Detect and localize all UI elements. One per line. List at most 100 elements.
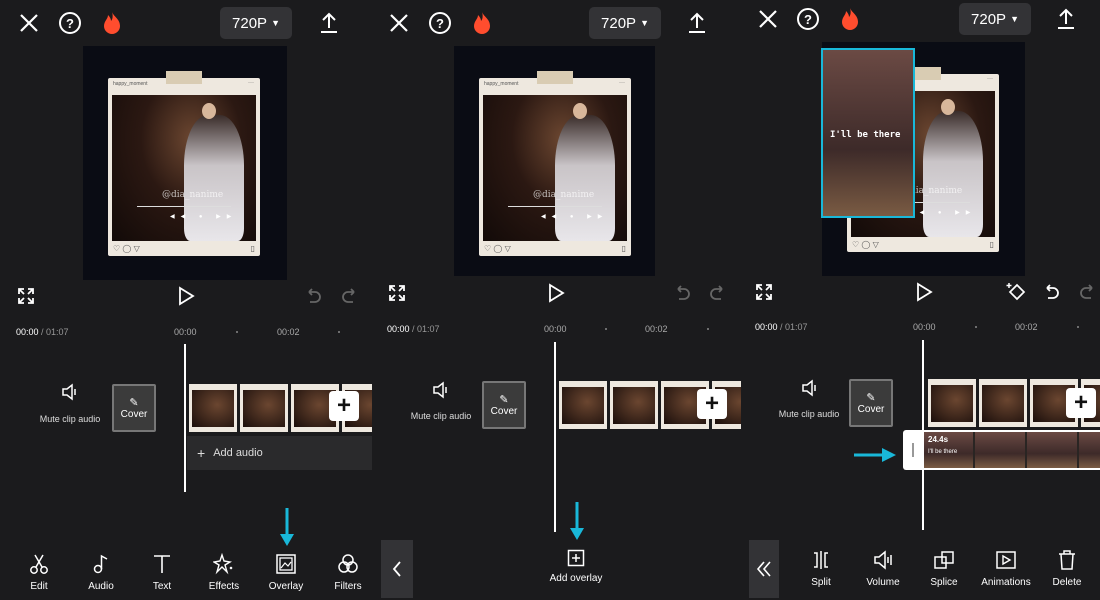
svg-text:?: ?	[436, 16, 444, 31]
overlay-clip-track[interactable]: 24.4s I'll be there	[923, 430, 1100, 470]
frame-footer-icons: ♡ ◯ ▽	[852, 240, 879, 249]
add-audio-button[interactable]: + Add audio	[187, 436, 372, 470]
overlay-toolbar: Split Volume Splice Animations Delete	[741, 533, 1100, 600]
cover-button[interactable]: ✎ Cover	[482, 381, 526, 429]
frame-menu-icon: ···	[248, 80, 254, 86]
frame-footer-icons: ♡ ◯ ▽	[484, 244, 511, 253]
speaker-icon[interactable]	[432, 381, 450, 399]
progress-bar	[508, 206, 602, 207]
redo-icon[interactable]	[1079, 283, 1097, 301]
redo-icon[interactable]	[709, 284, 727, 302]
export-icon[interactable]	[684, 10, 710, 36]
caret-down-icon: ▼	[1010, 14, 1019, 24]
tool-text[interactable]: Text	[134, 553, 190, 592]
clip-thumbnail	[189, 384, 237, 432]
video-preview[interactable]: happy_moment ··· @dia_nanime ◀◀ ● ▶▶ ♡ ◯…	[454, 46, 655, 276]
fullscreen-icon[interactable]	[755, 283, 773, 301]
arrow-down-icon	[570, 502, 584, 540]
playhead[interactable]	[554, 342, 556, 532]
splice-icon	[934, 551, 954, 569]
redo-icon[interactable]	[341, 287, 359, 305]
tick-dot	[236, 331, 238, 333]
sparkle-icon	[213, 553, 233, 575]
flame-icon[interactable]	[837, 6, 863, 32]
filters-icon	[338, 554, 358, 573]
player-controls: ◀◀ ● ▶▶	[909, 210, 977, 216]
cover-button[interactable]: ✎ Cover	[112, 384, 156, 432]
arrow-right-icon	[854, 448, 896, 462]
playhead[interactable]	[922, 340, 924, 530]
add-clip-button[interactable]: +	[329, 391, 359, 421]
tape-decoration	[166, 71, 202, 84]
plus-icon: +	[197, 445, 206, 461]
play-icon[interactable]	[177, 286, 195, 306]
head-shape	[202, 103, 216, 119]
help-icon[interactable]: ?	[795, 6, 821, 32]
close-icon[interactable]	[16, 10, 42, 36]
overlay-thumbnail	[1079, 432, 1100, 468]
resolution-button[interactable]: 720P ▼	[959, 3, 1031, 35]
timecode: 00:00 / 01:07	[755, 322, 808, 332]
speaker-icon[interactable]	[801, 379, 819, 397]
play-icon[interactable]	[915, 282, 933, 302]
cover-button[interactable]: ✎ Cover	[849, 379, 893, 427]
pencil-icon: ✎	[499, 394, 509, 406]
tool-volume[interactable]: Volume	[855, 549, 911, 588]
play-icon[interactable]	[547, 283, 565, 303]
tool-delete[interactable]: Delete	[1039, 549, 1095, 588]
overlay-trim-handle[interactable]	[903, 430, 923, 470]
export-icon[interactable]	[1053, 6, 1079, 32]
tool-edit[interactable]: Edit	[11, 553, 67, 592]
fullscreen-icon[interactable]	[388, 284, 406, 302]
tool-filters[interactable]: Filters	[320, 553, 372, 592]
export-icon[interactable]	[316, 10, 342, 36]
keyframe-icon[interactable]	[1005, 281, 1027, 303]
grip-icon	[912, 443, 914, 457]
undo-icon[interactable]	[304, 287, 322, 305]
tool-animations[interactable]: Animations	[978, 549, 1034, 588]
main-toolbar: Edit Audio Text Effects Overlay Filters	[0, 533, 372, 600]
resolution-button[interactable]: 720P ▼	[220, 7, 292, 39]
close-icon[interactable]	[755, 6, 781, 32]
time-tick: 00:00	[544, 324, 567, 334]
mute-clip-audio-label[interactable]: Mute clip audio	[401, 411, 481, 421]
tool-overlay[interactable]: Overlay	[258, 553, 314, 592]
overlay-icon	[276, 554, 296, 574]
timecode: 00:00 / 01:07	[16, 327, 69, 337]
close-icon[interactable]	[386, 10, 412, 36]
tool-splice[interactable]: Splice	[916, 549, 972, 588]
overlay-preview[interactable]: I'll be there	[821, 48, 915, 218]
tool-effects[interactable]: Effects	[196, 553, 252, 592]
resolution-button[interactable]: 720P ▼	[589, 7, 661, 39]
help-icon[interactable]: ?	[427, 10, 453, 36]
speaker-icon[interactable]	[61, 383, 79, 401]
playback-controls	[372, 282, 741, 310]
playhead[interactable]	[184, 344, 186, 492]
undo-icon[interactable]	[673, 284, 691, 302]
chevron-left-icon	[392, 561, 401, 577]
editor-panel-1: ? 720P ▼ happy_moment ··· @dia_nanime ◀◀ …	[0, 0, 372, 600]
fullscreen-icon[interactable]	[17, 287, 35, 305]
add-clip-button[interactable]: +	[697, 389, 727, 419]
mute-clip-audio-label[interactable]: Mute clip audio	[769, 409, 849, 419]
mute-clip-audio-label[interactable]: Mute clip audio	[30, 414, 110, 424]
overlay-thumbnail	[1027, 432, 1077, 468]
undo-icon[interactable]	[1042, 283, 1060, 301]
help-icon[interactable]: ?	[57, 10, 83, 36]
music-note-icon	[93, 554, 108, 574]
overlay-duration: 24.4s	[928, 435, 949, 444]
pencil-icon: ✎	[866, 392, 876, 404]
video-preview[interactable]: happy_moment ··· @dia_nanime ◀◀ ● ▶▶ ♡ ◯…	[83, 46, 287, 280]
back-button[interactable]	[381, 540, 413, 598]
editor-panel-3: ? 720P▼ happy_moment ··· @dia_nanime ◀◀ …	[741, 0, 1100, 600]
tool-split[interactable]: Split	[793, 549, 849, 588]
trash-icon	[1059, 550, 1075, 570]
tick-dot	[1077, 326, 1079, 328]
tool-audio[interactable]: Audio	[73, 553, 129, 592]
add-clip-button[interactable]: +	[1066, 388, 1096, 418]
dress-shape	[555, 115, 615, 241]
flame-icon[interactable]	[469, 10, 495, 36]
add-overlay-button[interactable]: Add overlay	[536, 549, 616, 584]
tick-dot	[605, 328, 607, 330]
flame-icon[interactable]	[99, 10, 125, 36]
